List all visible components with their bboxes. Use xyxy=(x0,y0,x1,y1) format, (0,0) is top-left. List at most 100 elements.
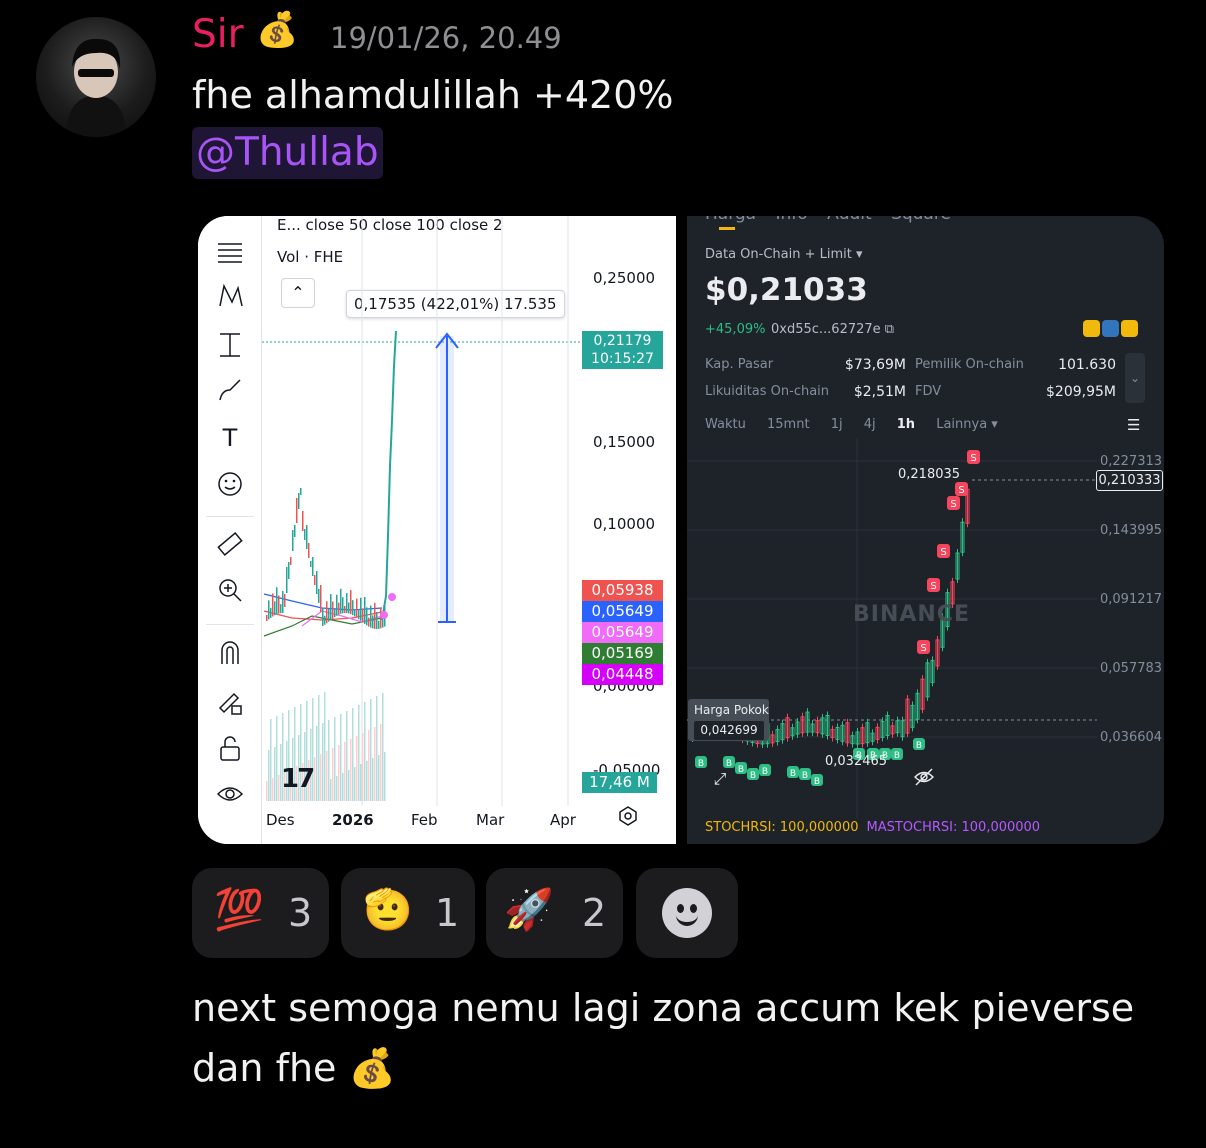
volume-bar xyxy=(322,723,324,801)
candle xyxy=(298,493,300,509)
settings-icon[interactable] xyxy=(618,806,638,831)
last-price-tag: 0,21179 10:15:27 xyxy=(582,331,663,369)
volume-bar xyxy=(376,696,378,801)
volume-bar xyxy=(372,758,374,801)
volume-bar xyxy=(364,702,366,801)
username[interactable]: Sir xyxy=(192,12,244,57)
badge-icon xyxy=(1102,320,1119,337)
ma-tag: 0,05649 xyxy=(582,601,663,622)
volume-bar xyxy=(270,719,272,801)
pattern-icon[interactable] xyxy=(214,282,246,314)
emoji-icon[interactable] xyxy=(214,470,246,502)
binance-chart-image[interactable]: Harga Info Audit Square Data On-Chain + … xyxy=(687,216,1164,844)
candle xyxy=(306,525,308,549)
last-price-time: 10:15:27 xyxy=(591,351,654,367)
y-axis-label: 0,25000 xyxy=(593,269,656,287)
timeframe-15m[interactable]: 15mnt xyxy=(767,417,810,432)
unlock-icon[interactable] xyxy=(214,734,246,766)
contract-address[interactable]: 0xd55c...62727e ⧉ xyxy=(771,322,894,337)
timeframe-4h[interactable]: 4j xyxy=(864,417,876,432)
price-plot[interactable]: B BBB B B BBB B B BBSSSSSS xyxy=(687,438,1097,818)
svg-text:S: S xyxy=(930,581,936,592)
eye-icon[interactable] xyxy=(214,780,246,812)
drawing-toolbar: T xyxy=(198,216,262,844)
timeframe-more[interactable]: Lainnya ▾ xyxy=(936,417,998,432)
sell-marker: S xyxy=(937,544,950,558)
svg-text:S: S xyxy=(958,485,964,496)
reaction-count: 2 xyxy=(582,891,607,935)
timeframe-bar[interactable]: Waktu 15mnt 1j 4j 1h Lainnya ▾ xyxy=(705,417,1015,432)
measure-line-icon[interactable] xyxy=(214,330,246,362)
chart-tabs[interactable]: Harga Info Audit Square xyxy=(705,216,951,224)
volume-bar xyxy=(330,779,332,801)
timeframe-1h[interactable]: 1j xyxy=(831,417,843,432)
chevron-down-icon[interactable]: ⌄ xyxy=(1125,353,1145,403)
y-axis-label: 0,091217 xyxy=(1100,592,1163,607)
reaction-rocket[interactable]: 🚀 2 xyxy=(486,868,623,958)
reaction-count: 3 xyxy=(288,891,313,935)
volume-bar xyxy=(350,739,352,801)
data-source-dropdown[interactable]: Data On-Chain + Limit ▾ xyxy=(705,247,863,262)
volume-bar xyxy=(328,720,330,801)
stat-value: $209,95M xyxy=(1046,384,1116,400)
candle xyxy=(314,575,316,585)
candle xyxy=(322,608,324,627)
volume-bar xyxy=(348,770,350,801)
menu-icon[interactable] xyxy=(214,238,246,270)
buy-marker: B xyxy=(787,766,799,779)
current-price: $0,21033 xyxy=(705,272,868,308)
candle xyxy=(362,608,364,623)
sell-marker: S xyxy=(947,496,960,510)
timeframe-1d[interactable]: 1h xyxy=(897,417,915,432)
zoom-in-icon[interactable] xyxy=(214,576,246,608)
expand-icon[interactable]: ⤢ xyxy=(707,766,733,792)
buy-marker: B xyxy=(913,738,925,751)
candle xyxy=(270,607,272,618)
reaction-100[interactable]: 💯 3 xyxy=(192,868,329,958)
volume-bar xyxy=(370,699,372,801)
candle xyxy=(268,600,270,620)
volume-bar xyxy=(382,693,384,801)
reaction-salute[interactable]: 🫡 1 xyxy=(341,868,475,958)
volume-bar xyxy=(336,776,338,801)
followup-text: next semoga nemu lagi zona accum kek pie… xyxy=(192,986,1135,1090)
candle xyxy=(290,557,292,565)
eye-off-icon[interactable] xyxy=(911,766,937,792)
buy-marker: B xyxy=(799,768,811,781)
volume-bar xyxy=(326,751,328,801)
svg-text:B: B xyxy=(698,759,704,769)
buy-marker: B xyxy=(695,756,707,769)
x-axis-label: Mar xyxy=(476,811,505,829)
svg-text:B: B xyxy=(916,741,922,751)
avatar[interactable] xyxy=(36,17,156,137)
candle xyxy=(376,611,378,629)
volume-bar xyxy=(334,717,336,801)
money-bag-icon: 💰 xyxy=(348,1046,396,1090)
svg-text:B: B xyxy=(894,751,900,761)
ma-tag: 0,05169 xyxy=(582,643,663,664)
candle xyxy=(276,587,278,615)
add-reaction-button[interactable] xyxy=(636,868,738,958)
magnet-icon[interactable] xyxy=(214,638,246,670)
ruler-icon[interactable] xyxy=(214,530,246,562)
volume-bar xyxy=(320,754,322,801)
lock-pencil-icon[interactable] xyxy=(214,688,246,720)
price-plot[interactable] xyxy=(262,216,582,806)
svg-text:B: B xyxy=(814,777,820,787)
candle xyxy=(374,602,376,629)
tradingview-logo: 17 xyxy=(281,764,315,794)
mention[interactable]: @Thullab xyxy=(192,127,383,179)
candle xyxy=(358,609,360,620)
candle xyxy=(354,610,356,617)
text-icon[interactable]: T xyxy=(214,422,246,454)
money-bag-icon: 💰 xyxy=(256,10,299,50)
candle xyxy=(344,606,346,614)
brush-icon[interactable] xyxy=(214,376,246,408)
candle xyxy=(316,571,318,594)
saluting-face-icon: 🫡 xyxy=(363,887,413,933)
indicator-legend[interactable]: STOCHRSI: 100,000000 MASTOCHRSI: 100,0000… xyxy=(705,820,1040,835)
volume-bar xyxy=(362,733,364,801)
sell-marker: S xyxy=(927,578,940,592)
tradingview-chart-image[interactable]: T E... close 50 close 100 close 2 Vol · … xyxy=(198,216,676,844)
chart-settings-icon[interactable]: ☰ xyxy=(1127,416,1140,434)
